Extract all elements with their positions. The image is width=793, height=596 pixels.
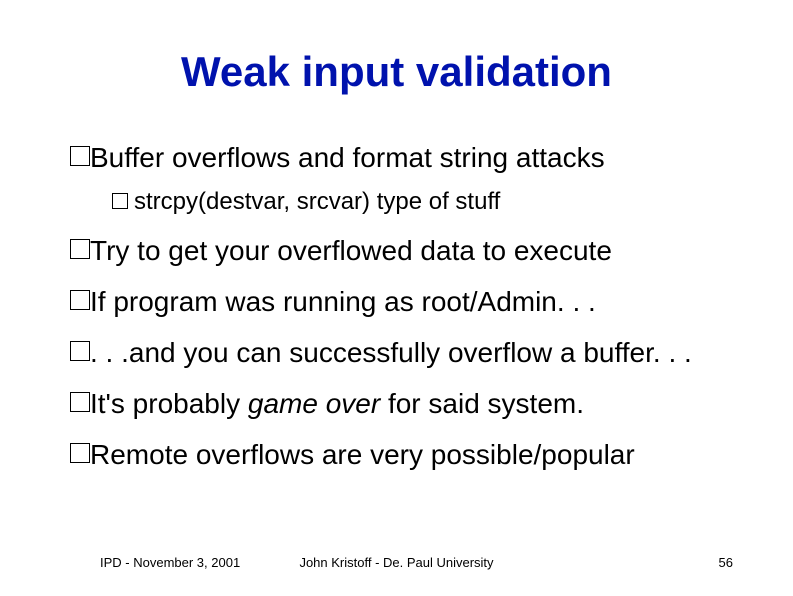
bullet-marker-icon	[70, 146, 90, 166]
bullet-item: Remote overflows are very possible/popul…	[70, 437, 753, 472]
bullet-marker-icon	[70, 290, 90, 310]
bullet-text-post: for said system.	[380, 388, 584, 419]
bullet-item: It's probably game over for said system.	[70, 386, 753, 421]
bullet-text: It's probably game over for said system.	[90, 386, 753, 421]
bullet-marker-icon	[70, 239, 90, 259]
bullet-marker-icon	[70, 443, 90, 463]
bullet-text: strcpy(destvar, srcvar) type of stuff	[134, 187, 753, 217]
bullet-text: Try to get your overflowed data to execu…	[90, 233, 753, 268]
bullet-item: Try to get your overflowed data to execu…	[70, 233, 753, 268]
bullet-item: If program was running as root/Admin. . …	[70, 284, 753, 319]
bullet-marker-icon	[70, 341, 90, 361]
slide-title: Weak input validation	[0, 48, 793, 96]
bullet-text: Buffer overflows and format string attac…	[90, 140, 753, 175]
bullet-text-pre: It's probably	[90, 388, 248, 419]
slide: Weak input validation Buffer overflows a…	[0, 0, 793, 596]
footer-author: John Kristoff - De. Paul University	[0, 555, 793, 570]
slide-content: Buffer overflows and format string attac…	[70, 140, 753, 488]
bullet-sub-item: strcpy(destvar, srcvar) type of stuff	[112, 187, 753, 217]
bullet-item: Buffer overflows and format string attac…	[70, 140, 753, 175]
bullet-marker-icon	[112, 193, 128, 209]
bullet-text: Remote overflows are very possible/popul…	[90, 437, 753, 472]
slide-number: 56	[719, 555, 733, 570]
bullet-text: If program was running as root/Admin. . …	[90, 284, 753, 319]
bullet-item: . . .and you can successfully overflow a…	[70, 335, 753, 370]
bullet-text-em: game over	[248, 388, 380, 419]
bullet-marker-icon	[70, 392, 90, 412]
bullet-text: . . .and you can successfully overflow a…	[90, 335, 753, 370]
